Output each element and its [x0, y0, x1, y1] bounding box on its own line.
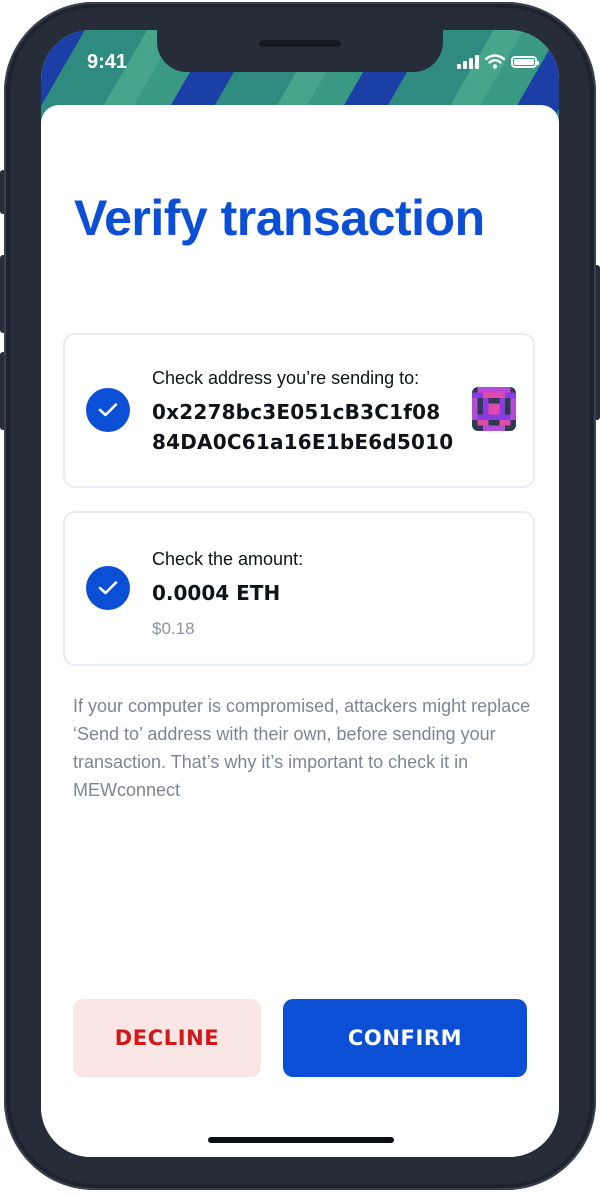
- check-icon: [98, 403, 118, 417]
- amount-check-indicator: [86, 566, 130, 610]
- security-info-text: If your computer is compromised, attacke…: [73, 696, 531, 800]
- speaker-grille: [259, 40, 341, 47]
- phone-screen: 9:41 Verify transaction Check address yo…: [41, 30, 559, 1157]
- amount-check-label: Check the amount:: [152, 549, 304, 569]
- status-time: 9:41: [87, 51, 128, 73]
- verify-sheet: Verify transaction Check address you’re …: [41, 105, 559, 1157]
- address-check-card: Check address you’re sending to: 0x2278b…: [63, 333, 535, 488]
- address-check-label: Check address you’re sending to:: [152, 368, 420, 388]
- page-title: Verify transaction: [74, 190, 485, 246]
- signal-icon: [457, 54, 479, 69]
- home-indicator: [208, 1137, 394, 1143]
- address-identicon: [472, 387, 516, 431]
- amount-check-card: Check the amount: 0.0004 ETH $0.18: [63, 511, 535, 666]
- notch: [157, 30, 443, 72]
- check-icon: [98, 581, 118, 595]
- amount-fiat-value: $0.18: [152, 619, 195, 638]
- amount-value: 0.0004 ETH: [152, 581, 281, 605]
- recipient-address: 0x2278bc3E051cB3C1f08 84DA0C61a16E1bE6d50…: [152, 400, 454, 454]
- confirm-button[interactable]: CONFIRM: [283, 999, 527, 1077]
- status-icons: [457, 54, 539, 69]
- battery-icon: [511, 55, 539, 68]
- wifi-icon: [485, 54, 505, 69]
- decline-button[interactable]: DECLINE: [73, 999, 261, 1077]
- address-check-indicator: [86, 388, 130, 432]
